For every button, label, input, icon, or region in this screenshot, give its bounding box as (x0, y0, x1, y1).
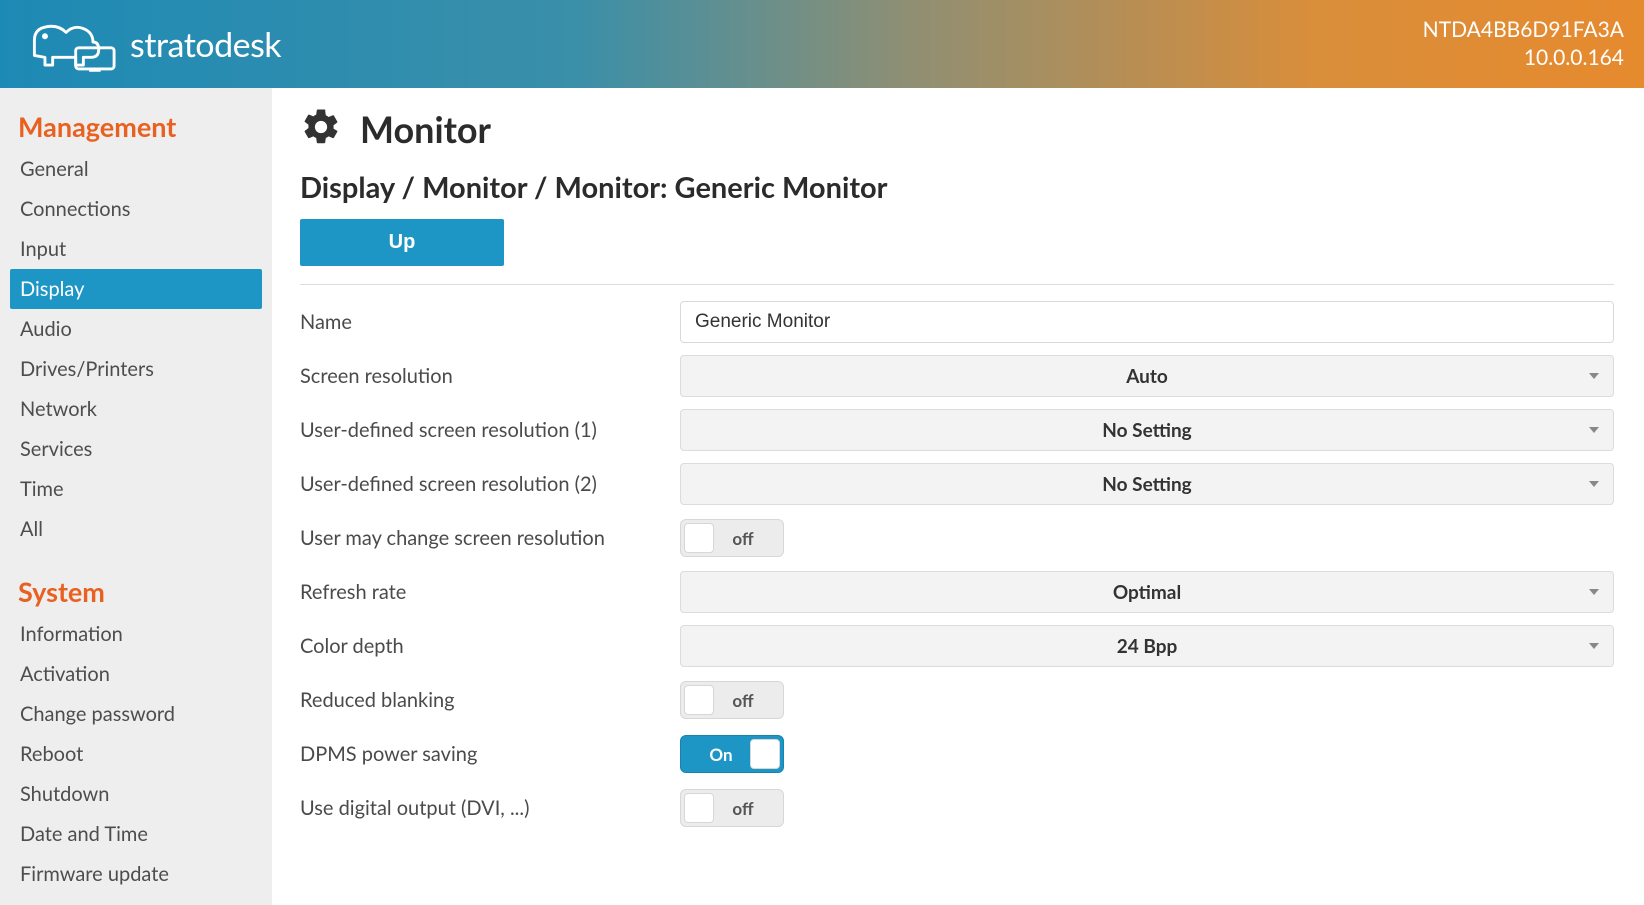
form-control: No Setting (680, 463, 1614, 505)
toggle-reduced-blanking[interactable]: off (680, 681, 784, 719)
form-control: 24 Bpp (680, 625, 1614, 667)
bear-logo-icon (20, 12, 116, 76)
form-row: User-defined screen resolution (1) No Set… (300, 403, 1614, 457)
select-user-defined-screen-resolution-2-[interactable]: No Setting (680, 463, 1614, 505)
form-label: User-defined screen resolution (2) (300, 472, 680, 496)
main-content: Monitor Display / Monitor / Monitor: Gen… (272, 88, 1644, 905)
select-value: No Setting (1102, 473, 1191, 496)
chevron-down-icon (1589, 373, 1599, 379)
toggle-label: On (709, 744, 732, 765)
toggle-use-digital-output-dvi-[interactable]: off (680, 789, 784, 827)
nav-item-network[interactable]: Network (10, 389, 262, 429)
toggle-label: off (732, 690, 753, 711)
nav-item-input[interactable]: Input (10, 229, 262, 269)
chevron-down-icon (1589, 589, 1599, 595)
form-label: Color depth (300, 634, 680, 658)
nav-item-audio[interactable]: Audio (10, 309, 262, 349)
device-id: NTDA4BB6D91FA3A (1423, 16, 1624, 44)
form-control: off (680, 789, 1614, 827)
select-value: 24 Bpp (1117, 635, 1178, 658)
chevron-down-icon (1589, 427, 1599, 433)
form-row: Reduced blanking off (300, 673, 1614, 727)
page-title: Monitor (360, 107, 491, 151)
select-screen-resolution[interactable]: Auto (680, 355, 1614, 397)
form-area: Name Screen resolution Auto User-defined sc… (300, 295, 1614, 835)
form-label: User-defined screen resolution (1) (300, 418, 680, 442)
chevron-down-icon (1589, 643, 1599, 649)
nav-item-all[interactable]: All (10, 509, 262, 549)
form-control: off (680, 519, 1614, 557)
logo-area: stratodesk (20, 12, 281, 76)
form-row: Use digital output (DVI, ...) off (300, 781, 1614, 835)
form-row: DPMS power saving On (300, 727, 1614, 781)
nav-item-reboot[interactable]: Reboot (10, 734, 262, 774)
page-title-row: Monitor (300, 106, 1614, 152)
gear-icon (300, 106, 342, 152)
form-label: User may change screen resolution (300, 526, 680, 550)
form-row: Refresh rate Optimal (300, 565, 1614, 619)
form-label: Refresh rate (300, 580, 680, 604)
header-info: NTDA4BB6D91FA3A 10.0.0.164 (1423, 16, 1624, 73)
toggle-user-may-change-screen-resolution[interactable]: off (680, 519, 784, 557)
nav-item-general[interactable]: General (10, 149, 262, 189)
form-row: User may change screen resolution off (300, 511, 1614, 565)
form-label: Screen resolution (300, 364, 680, 388)
form-control: Optimal (680, 571, 1614, 613)
nav-item-date-and-time[interactable]: Date and Time (10, 814, 262, 854)
form-row: Name (300, 295, 1614, 349)
nav-item-display[interactable]: Display (10, 269, 262, 309)
nav-item-shutdown[interactable]: Shutdown (10, 774, 262, 814)
form-label: Use digital output (DVI, ...) (300, 796, 680, 820)
nav-item-time[interactable]: Time (10, 469, 262, 509)
nav-item-drives-printers[interactable]: Drives/Printers (10, 349, 262, 389)
select-refresh-rate[interactable]: Optimal (680, 571, 1614, 613)
brand-text: stratodesk (130, 24, 281, 65)
form-row: User-defined screen resolution (2) No Set… (300, 457, 1614, 511)
form-label: Name (300, 310, 680, 334)
toggle-knob (684, 523, 714, 553)
select-value: No Setting (1102, 419, 1191, 442)
nav-item-change-password[interactable]: Change password (10, 694, 262, 734)
toggle-label: off (732, 798, 753, 819)
form-label: DPMS power saving (300, 742, 680, 766)
header: stratodesk NTDA4BB6D91FA3A 10.0.0.164 (0, 0, 1644, 88)
toggle-knob (684, 793, 714, 823)
form-control (680, 301, 1614, 343)
nav-item-firmware-update[interactable]: Firmware update (10, 854, 262, 894)
select-value: Auto (1126, 365, 1168, 388)
nav-item-connections[interactable]: Connections (10, 189, 262, 229)
name-input[interactable] (680, 301, 1614, 343)
form-control: Auto (680, 355, 1614, 397)
nav-item-services[interactable]: Services (10, 429, 262, 469)
toggle-label: off (732, 528, 753, 549)
nav-item-information[interactable]: Information (10, 614, 262, 654)
select-user-defined-screen-resolution-1-[interactable]: No Setting (680, 409, 1614, 451)
device-ip: 10.0.0.164 (1423, 44, 1624, 72)
form-row: Color depth 24 Bpp (300, 619, 1614, 673)
toggle-knob (684, 685, 714, 715)
breadcrumb: Display / Monitor / Monitor: Generic Mon… (300, 170, 1614, 205)
nav-item-activation[interactable]: Activation (10, 654, 262, 694)
select-value: Optimal (1113, 581, 1181, 604)
form-control: off (680, 681, 1614, 719)
form-control: No Setting (680, 409, 1614, 451)
form-row: Screen resolution Auto (300, 349, 1614, 403)
section-title-system: System (10, 565, 262, 614)
up-button[interactable]: Up (300, 219, 504, 266)
toggle-knob (750, 739, 780, 769)
form-control: On (680, 735, 1614, 773)
toggle-dpms-power-saving[interactable]: On (680, 735, 784, 773)
select-color-depth[interactable]: 24 Bpp (680, 625, 1614, 667)
form-label: Reduced blanking (300, 688, 680, 712)
chevron-down-icon (1589, 481, 1599, 487)
sidebar: ManagementGeneralConnectionsInputDisplay… (0, 88, 272, 905)
divider (300, 284, 1614, 285)
section-title-management: Management (10, 100, 262, 149)
